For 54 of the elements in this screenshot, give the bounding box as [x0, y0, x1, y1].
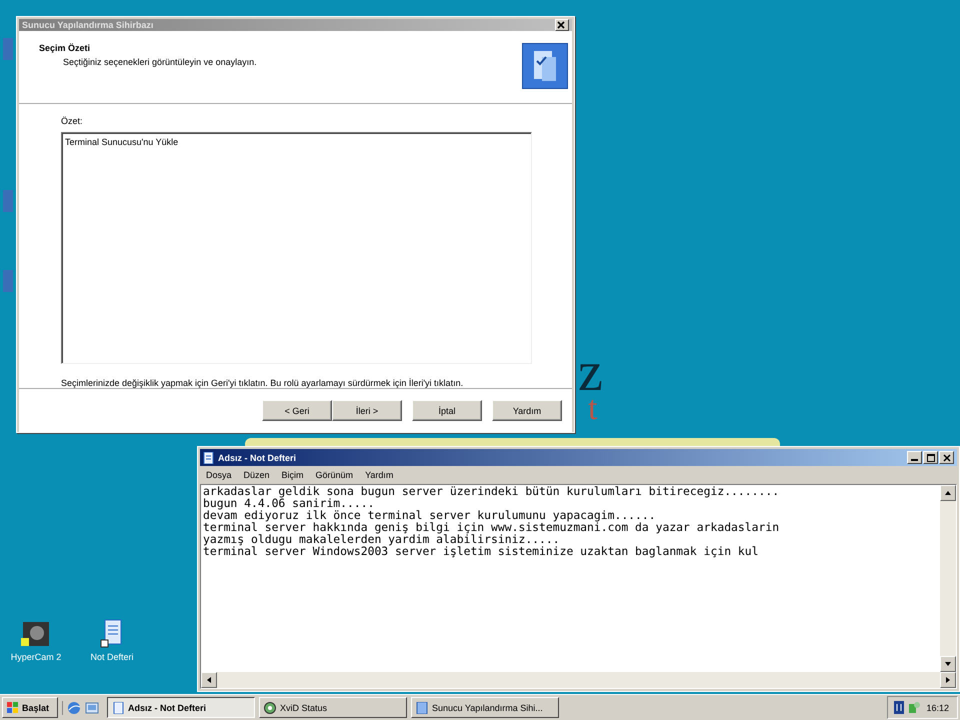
minimize-button[interactable]: [907, 451, 922, 464]
maximize-button[interactable]: [923, 451, 938, 464]
text-line: arkadaslar geldik sona bugun server üzerindeki bütün kurulumları bitirecegiz........: [203, 485, 780, 497]
wizard-button[interactable]: İptal: [412, 400, 482, 421]
wizard-icon: [522, 43, 568, 89]
window-title: Adsız - Not Defteri: [218, 452, 296, 462]
wizard-button[interactable]: < Geri: [262, 400, 332, 421]
close-button[interactable]: [939, 451, 954, 464]
instruction-text: Seçimlerinizde değişiklik yapmak için Geri'yi tıklatın. Bu rolü ayarlamayı sürdürmek için İleri'yi tıklatın.: [61, 378, 464, 388]
arrow-icon: [205, 676, 213, 684]
desktop-shortcut-icon: [3, 38, 13, 60]
close-icon: [942, 454, 950, 462]
taskbar-button[interactable]: Adsız - Not Defteri: [107, 697, 255, 718]
menu-item[interactable]: Görünüm: [316, 470, 354, 480]
wizard-heading: Seçim Özeti: [39, 43, 92, 53]
keyboard-language-icon: [894, 701, 904, 714]
text-line: terminal server hakkında geniş bilgi için www.sistemuzmani.com da yazar arkadaslarin: [203, 521, 780, 533]
desktop-shortcut-icon: [3, 270, 13, 292]
menu-item[interactable]: Dosya: [206, 470, 232, 480]
text-line: terminal server Windows2003 server işletim sisteminize uzaktan baglanmak için kul: [203, 545, 760, 557]
text-line: yazmış oldugu makalelerden yardim alabilirsiniz.....: [203, 533, 561, 545]
desktop-icon-label[interactable]: HyperCam 2: [10, 652, 62, 662]
close-button[interactable]: [555, 19, 569, 31]
menu-item[interactable]: Düzen: [244, 470, 270, 480]
desktop-icon-label[interactable]: Not Defteri: [90, 652, 134, 662]
windows-logo-icon: [7, 702, 18, 713]
disc-icon: [264, 702, 276, 714]
notepad-icon: [112, 702, 124, 714]
summary-text: Terminal Sunucusu'nu Yükle: [65, 137, 178, 147]
network-icon: [908, 701, 920, 714]
text-line: devam ediyoruz ilk önce terminal server kurulumunu yapacagim......: [203, 509, 657, 521]
browser-icon: [67, 700, 81, 714]
clock: 16:12: [926, 702, 949, 712]
arrow-icon: [944, 489, 952, 497]
summary-label: Özet:: [61, 116, 83, 126]
desktop-shortcut-icon: [3, 190, 13, 212]
menu-item[interactable]: Yardım: [365, 470, 394, 480]
desktop-icon: [85, 700, 99, 714]
start-button[interactable]: Başlat: [2, 697, 58, 718]
taskbar-button[interactable]: XviD Status: [259, 697, 407, 718]
wizard-button[interactable]: İleri >: [332, 400, 402, 421]
wizard-icon: [416, 702, 428, 714]
maximize-icon: [926, 454, 934, 462]
menu-item[interactable]: Biçim: [282, 470, 304, 480]
text-line: bugun 4.4.06 sanirim.....: [203, 497, 374, 509]
notepad-icon: [203, 452, 214, 464]
window-title: Sunucu Yapılandırma Sihirbazı: [22, 20, 154, 30]
close-icon: [556, 20, 566, 30]
horizontal-scrollbar[interactable]: [201, 672, 956, 688]
minimize-icon: [911, 459, 918, 461]
taskbar-button[interactable]: Sunucu Yapılandırma Sihi...: [411, 697, 559, 718]
wizard-button[interactable]: Yardım: [492, 400, 562, 421]
wizard-subheading: Seçtiğiniz seçenekleri görüntüleyin ve onaylayın.: [63, 57, 257, 67]
vertical-scrollbar[interactable]: [940, 485, 956, 672]
